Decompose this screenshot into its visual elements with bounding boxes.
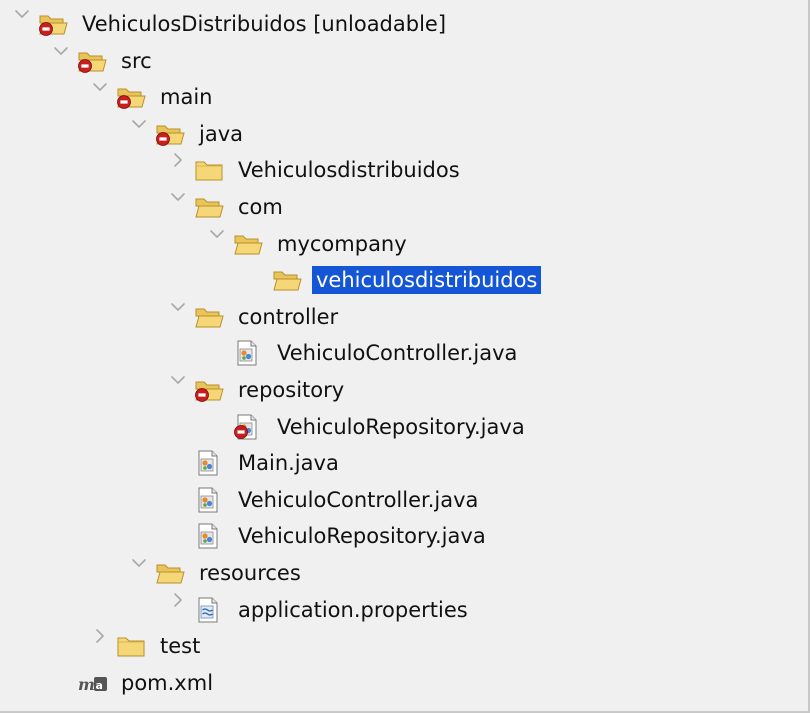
svg-text:a: a xyxy=(96,679,103,692)
svg-text:m: m xyxy=(78,675,95,694)
tree-item-label[interactable]: src xyxy=(121,47,152,75)
tree-item-label[interactable]: controller xyxy=(238,303,338,331)
project-tree-panel: VehiculosDistribuidos [unloadable] src m… xyxy=(0,0,810,713)
folder-error-icon xyxy=(155,120,187,148)
tree-row[interactable]: VehiculoRepository.java xyxy=(0,518,808,554)
tree-item-label[interactable]: application.properties xyxy=(238,596,468,624)
tree-row[interactable]: application.properties xyxy=(0,592,808,628)
tree-row[interactable]: VehiculoRepository.java xyxy=(0,409,808,445)
tree-row[interactable]: mycompany xyxy=(0,226,808,262)
chevron-down-icon[interactable] xyxy=(131,116,147,132)
folder-error-icon xyxy=(116,83,148,111)
chevron-right-icon[interactable] xyxy=(170,592,186,608)
tree-item-label[interactable]: com xyxy=(238,193,283,221)
folder-open-icon xyxy=(155,559,187,587)
tree-item-label[interactable]: Main.java xyxy=(238,449,339,477)
folder-open-icon xyxy=(272,266,304,294)
tree-item-label[interactable]: pom.xml xyxy=(121,669,213,697)
tree-row[interactable]: Vehiculosdistribuidos xyxy=(0,152,808,188)
chevron-down-icon[interactable] xyxy=(209,226,225,242)
tree-item-label[interactable]: repository xyxy=(238,376,344,404)
tree-item-label[interactable]: VehiculoController.java xyxy=(277,339,517,367)
folder-error-icon xyxy=(194,376,226,404)
tree-item-label[interactable]: VehiculosDistribuidos [unloadable] xyxy=(82,10,446,38)
tree-row[interactable]: test xyxy=(0,628,808,664)
tree-row-selected[interactable]: vehiculosdistribuidos xyxy=(0,262,808,298)
java-file-icon xyxy=(194,449,226,477)
chevron-down-icon[interactable] xyxy=(131,555,147,571)
tree-row[interactable]: com xyxy=(0,189,808,225)
folder-icon xyxy=(194,156,226,184)
chevron-right-icon[interactable] xyxy=(92,628,108,644)
tree-item-label[interactable]: java xyxy=(199,120,243,148)
chevron-down-icon[interactable] xyxy=(92,79,108,95)
tree-row[interactable]: VehiculoController.java xyxy=(0,482,808,518)
folder-open-icon xyxy=(194,193,226,221)
java-file-error-icon xyxy=(233,413,265,441)
tree-item-label[interactable]: main xyxy=(160,83,212,111)
tree-row[interactable]: VehiculosDistribuidos [unloadable] xyxy=(0,6,808,42)
folder-icon xyxy=(116,632,148,660)
tree-item-label[interactable]: mycompany xyxy=(277,230,407,258)
java-file-icon xyxy=(194,522,226,550)
tree-item-label[interactable]: VehiculoRepository.java xyxy=(277,413,525,441)
folder-error-icon xyxy=(77,47,109,75)
chevron-down-icon[interactable] xyxy=(170,189,186,205)
properties-file-icon xyxy=(194,596,226,624)
tree-item-label[interactable]: VehiculoController.java xyxy=(238,486,478,514)
tree-row[interactable]: VehiculoController.java xyxy=(0,335,808,371)
tree-item-label[interactable]: resources xyxy=(199,559,301,587)
tree-row[interactable]: m a pom.xml xyxy=(0,665,808,701)
chevron-down-icon[interactable] xyxy=(170,372,186,388)
tree-row[interactable]: src xyxy=(0,43,808,79)
chevron-down-icon[interactable] xyxy=(170,299,186,315)
project-folder-error-icon xyxy=(38,10,70,38)
folder-open-icon xyxy=(233,230,265,258)
folder-open-icon xyxy=(194,303,226,331)
tree-row[interactable]: main xyxy=(0,79,808,115)
tree-row[interactable]: repository xyxy=(0,372,808,408)
chevron-down-icon[interactable] xyxy=(14,6,30,22)
java-file-icon xyxy=(194,486,226,514)
tree-row[interactable]: resources xyxy=(0,555,808,591)
tree-row[interactable]: Main.java xyxy=(0,445,808,481)
tree-item-label[interactable]: test xyxy=(160,632,200,660)
java-file-icon xyxy=(233,339,265,367)
chevron-right-icon[interactable] xyxy=(170,152,186,168)
tree-item-label[interactable]: VehiculoRepository.java xyxy=(238,522,486,550)
tree-row[interactable]: java xyxy=(0,116,808,152)
tree-item-label[interactable]: Vehiculosdistribuidos xyxy=(238,156,460,184)
chevron-down-icon[interactable] xyxy=(53,43,69,59)
tree-item-label[interactable]: vehiculosdistribuidos xyxy=(312,266,542,295)
tree-row[interactable]: controller xyxy=(0,299,808,335)
maven-file-icon: m a xyxy=(77,669,109,697)
